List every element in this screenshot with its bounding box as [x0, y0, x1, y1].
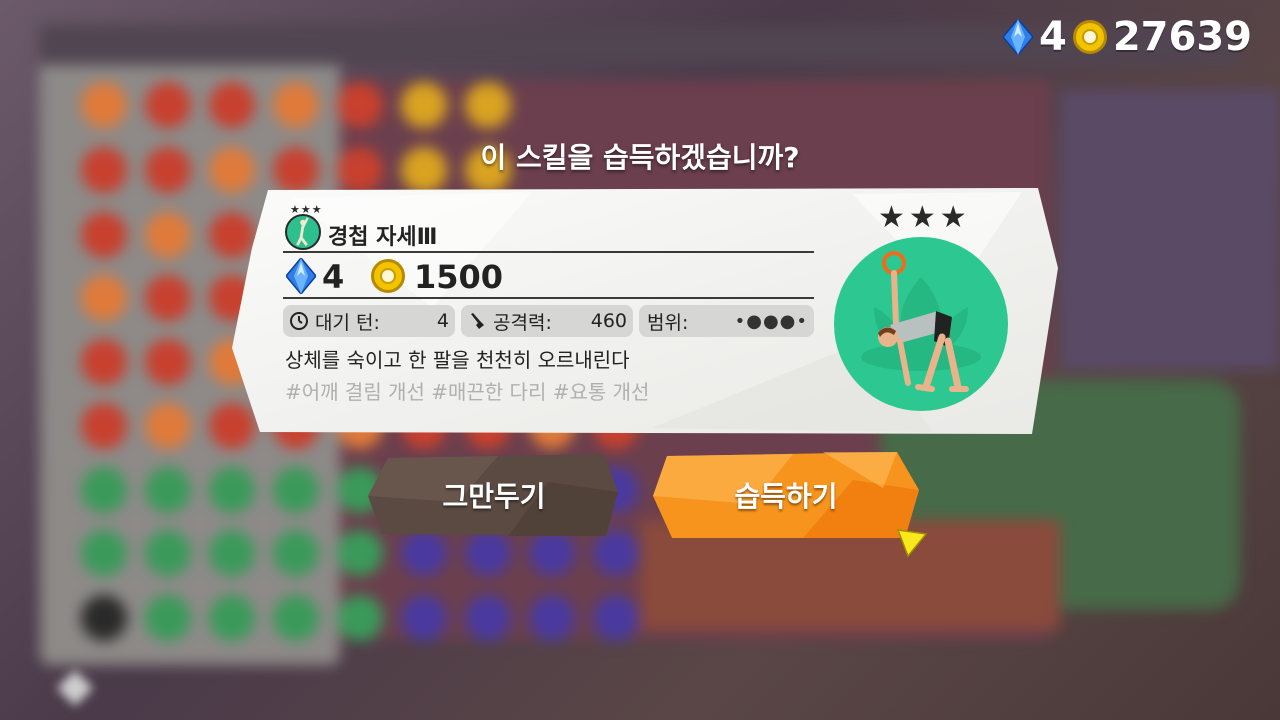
gem-icon: [1002, 17, 1034, 57]
background-skill-node: [145, 467, 191, 513]
background-skill-node: [209, 82, 255, 128]
background-skill-node: [145, 530, 191, 576]
background-skill-node: [465, 82, 511, 128]
background-skill-node: [337, 595, 383, 641]
background-skill-node: [209, 595, 255, 641]
background-skill-node: [145, 595, 191, 641]
background-skill-node: [209, 530, 255, 576]
attack-icon: [471, 313, 484, 329]
range-stat: 범위: •●●●•: [639, 305, 814, 337]
attack-stat: 공격력: 460: [461, 305, 633, 337]
background-skill-node: [273, 595, 319, 641]
cost-gems: 4: [322, 258, 345, 296]
cancel-button-label: 그만두기: [442, 480, 546, 513]
background-skill-node: [529, 595, 575, 641]
attack-label: 공격력:: [493, 311, 552, 334]
wait-turns-label: 대기 턴:: [315, 311, 380, 334]
gem-count: 4: [1038, 14, 1067, 60]
skill-rank: ★★★: [878, 200, 971, 235]
background-skill-node: [593, 595, 639, 641]
wait-turns-value: 4: [436, 310, 449, 332]
range-indicator: •●●●•: [734, 310, 808, 332]
background-skill-node: [81, 467, 127, 513]
background-skill-node: [81, 403, 127, 449]
background-skill-node: [145, 339, 191, 385]
background-skill-node: [209, 467, 255, 513]
background-skill-node: [465, 595, 511, 641]
divider: [283, 297, 814, 299]
background-skill-node: [145, 403, 191, 449]
skill-name: 경첩 자세Ⅲ: [328, 225, 438, 250]
cursor-pointer-icon: [896, 529, 928, 558]
range-label: 범위:: [647, 311, 689, 334]
cost-coins: 1500: [414, 258, 504, 296]
confirm-question: 이 스킬을 습득하겠습니까?: [480, 141, 800, 174]
background-skill-node: [81, 595, 127, 641]
background-skill-node: [81, 530, 127, 576]
gem-icon: [285, 256, 317, 298]
cancel-button[interactable]: 그만두기: [368, 452, 620, 538]
currency-display: 4 27639: [1002, 14, 1252, 60]
hinge-pose-icon: [285, 214, 321, 250]
background-skill-node: [273, 530, 319, 576]
background-skill-node: [401, 82, 447, 128]
attack-value: 460: [590, 310, 627, 332]
wait-turns-stat: 대기 턴: 4: [283, 305, 455, 337]
background-skill-node: [145, 275, 191, 321]
coin-icon: [1072, 20, 1107, 54]
background-skill-node: [273, 82, 319, 128]
button-hint-icon: [57, 670, 93, 706]
background-skill-node: [81, 275, 127, 321]
background-skill-node: [145, 212, 191, 258]
clock-icon: [290, 312, 308, 330]
acquire-button[interactable]: 습득하기: [653, 452, 919, 538]
coin-icon: [371, 259, 405, 293]
hinge-pose-illustration-icon: [834, 237, 1008, 411]
background-skill-node: [273, 467, 319, 513]
background-skill-node: [81, 339, 127, 385]
skill-description: 상체를 숙이고 한 팔을 천천히 오르내린다: [285, 348, 630, 372]
skill-tags: #어깨 결림 개선 #매끈한 다리 #요통 개선: [285, 380, 650, 404]
background-skill-node: [81, 82, 127, 128]
background-skill-node: [401, 595, 447, 641]
coin-count: 27639: [1112, 14, 1252, 60]
background-skill-node: [81, 212, 127, 258]
background-skill-node: [145, 82, 191, 128]
acquire-button-label: 습득하기: [734, 480, 838, 513]
background-skill-node: [337, 82, 383, 128]
divider: [283, 251, 814, 253]
